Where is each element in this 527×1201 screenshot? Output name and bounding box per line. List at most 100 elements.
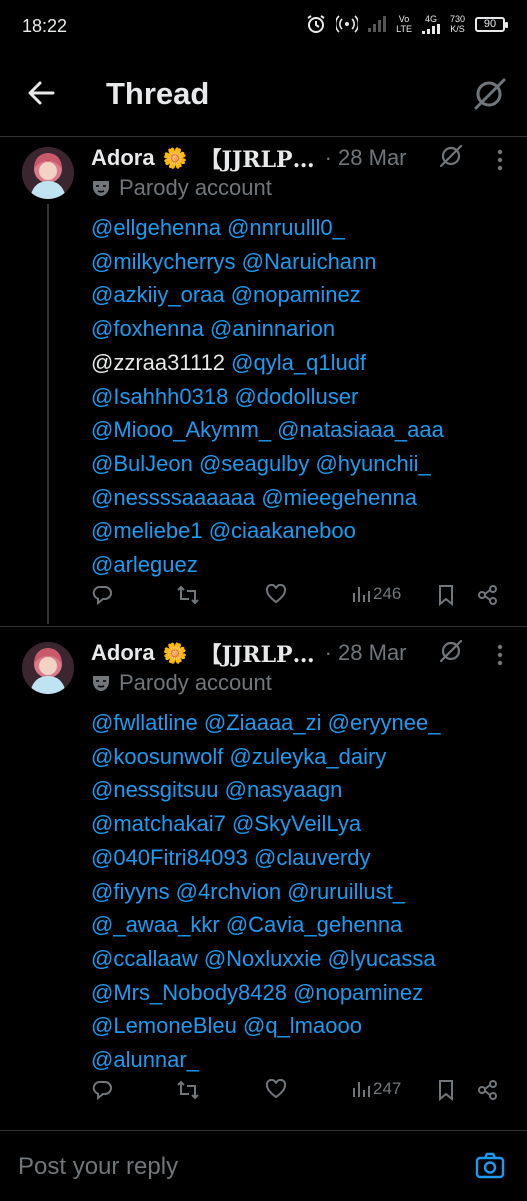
tweet-date[interactable]: · 28 Mar — [325, 145, 407, 171]
mention-line: @zzraa31112 @qyla_q1ludf — [91, 346, 511, 380]
mask-icon — [93, 676, 109, 691]
parody-label: Parody account — [91, 175, 272, 201]
mention-line[interactable]: @ccallaaw @Noxluxxie @lyucassa — [91, 942, 511, 976]
bookmark-button[interactable] — [437, 1079, 455, 1101]
display-name[interactable]: Adora — [91, 640, 155, 666]
share-button[interactable] — [477, 1079, 499, 1101]
retweet-icon — [177, 585, 199, 605]
grok-icon[interactable] — [438, 638, 464, 664]
grok-icon[interactable] — [471, 76, 507, 112]
display-name[interactable]: Adora — [91, 145, 155, 171]
comment-icon — [92, 1081, 112, 1101]
mention-line[interactable]: @foxhenna @aninnarion — [91, 312, 511, 346]
camera-icon[interactable] — [475, 1151, 505, 1181]
avatar[interactable] — [22, 642, 74, 694]
reply-button[interactable] — [91, 584, 113, 606]
mention-line[interactable]: @meliebe1 @ciaakaneboo — [91, 514, 511, 548]
bookmark-icon — [439, 585, 453, 606]
mention-line[interactable]: @alunnar_ — [91, 1043, 511, 1077]
flower-emoji: 🌼 — [162, 147, 188, 170]
volte-top: Vo — [398, 14, 410, 24]
views-icon — [353, 1082, 370, 1097]
parody-label: Parody account — [91, 670, 272, 696]
share-icon — [478, 1080, 497, 1100]
retweet-icon — [177, 1080, 199, 1100]
speed-value: 730 — [449, 14, 465, 24]
mention-line[interactable]: @ellgehenna @nnruulll0_ — [91, 211, 511, 245]
comment-icon — [92, 586, 112, 606]
mention-line[interactable]: @nessgitsuu @nasyaagn — [91, 773, 511, 807]
mention-line[interactable]: @Miooo_Akymm_ @natasiaaa_aaa — [91, 413, 511, 447]
mention-line[interactable]: @koosunwolf @zuleyka_dairy — [91, 740, 511, 774]
tweet-actions: 247 — [0, 1079, 527, 1109]
retweet-button[interactable] — [176, 1079, 200, 1101]
mention-line[interactable]: @LemoneBleu @q_lmaooo — [91, 1009, 511, 1043]
bookmark-button[interactable] — [437, 584, 455, 606]
tweet-text: @fwllatline @Ziaaaa_zi @eryynee_ @koosun… — [91, 706, 511, 1077]
bookmark-icon — [439, 1080, 453, 1101]
name-suffix[interactable]: 【JJRLP… — [199, 142, 314, 174]
more-vertical-icon[interactable] — [497, 644, 503, 666]
network-gen: 4G — [421, 14, 440, 34]
tweet-actions: 246 — [0, 584, 527, 614]
mention-line[interactable]: @fiyyns @4rchvion @ruruillust_ — [91, 875, 511, 909]
signal-icon-1 — [368, 16, 387, 32]
battery-indicator: 90 — [475, 16, 508, 32]
signal-icon-2 — [421, 24, 440, 34]
parody-text: Parody account — [119, 175, 272, 200]
status-bar: 18:22 Vo LTE 4G 730 K/S 90 — [0, 0, 527, 52]
arrow-left-icon[interactable] — [26, 78, 56, 108]
mention-line[interactable]: @Isahhh0318 @dodolluser — [91, 380, 511, 414]
status-icons: Vo LTE 4G 730 K/S 90 — [306, 14, 508, 34]
share-button[interactable] — [477, 584, 499, 606]
mention-line[interactable]: @milkycherrys @Naruichann — [91, 245, 511, 279]
retweet-button[interactable] — [176, 584, 200, 606]
share-icon — [478, 585, 497, 605]
name-suffix[interactable]: 【JJRLP… — [199, 637, 314, 669]
volte-indicator: Vo LTE — [396, 14, 412, 34]
parody-text: Parody account — [119, 670, 272, 695]
tweet[interactable]: Adora 🌼 【JJRLP… · 28 Mar Parody account … — [0, 141, 527, 627]
views-count: 246 — [373, 584, 402, 603]
mention-line[interactable]: @nessssaaaaaa @mieegehenna — [91, 481, 511, 515]
tweet-divider — [0, 626, 527, 627]
views-button[interactable]: 247 — [351, 1079, 401, 1099]
like-button[interactable] — [265, 584, 287, 604]
plain-mention: @zzraa31112 — [91, 349, 226, 375]
more-vertical-icon[interactable] — [497, 149, 503, 171]
hotspot-icon — [336, 15, 359, 33]
mention-line[interactable]: @BulJeon @seagulby @hyunchii_ — [91, 447, 511, 481]
tweet[interactable]: Adora 🌼 【JJRLP… · 28 Mar Parody account … — [0, 636, 527, 1124]
speed-unit: K/S — [450, 24, 465, 34]
volte-bottom: LTE — [396, 24, 412, 34]
mention-line[interactable]: @040Fitri84093 @clauverdy — [91, 841, 511, 875]
avatar[interactable] — [22, 147, 74, 199]
heart-icon — [265, 584, 287, 604]
views-button[interactable]: 246 — [351, 584, 401, 604]
tweet-date[interactable]: · 28 Mar — [325, 640, 407, 666]
tweet-text: @ellgehenna @nnruulll0_ @milkycherrys @N… — [91, 211, 511, 582]
mention-line[interactable]: @azkiiy_oraa @nopaminez — [91, 278, 511, 312]
app-header: Thread — [0, 52, 527, 137]
network-gen-label: 4G — [424, 14, 437, 24]
mention-line[interactable]: @arleguez — [91, 548, 511, 582]
grok-icon[interactable] — [438, 143, 464, 169]
flower-emoji: 🌼 — [162, 642, 188, 665]
like-button[interactable] — [265, 1079, 287, 1099]
heart-icon — [265, 1079, 287, 1099]
network-speed: 730 K/S — [450, 14, 465, 34]
views-count: 247 — [373, 1079, 402, 1098]
mention-line[interactable]: @_awaa_kkr @Cavia_gehenna — [91, 908, 511, 942]
views-icon — [353, 587, 370, 602]
mention-line[interactable]: @Mrs_Nobody8428 @nopaminez — [91, 976, 511, 1010]
mention-line[interactable]: @fwllatline @Ziaaaa_zi @eryynee_ — [91, 706, 511, 740]
battery-level: 90 — [483, 18, 497, 30]
alarm-icon — [307, 15, 325, 33]
reply-composer: Post your reply — [0, 1130, 527, 1201]
reply-input[interactable]: Post your reply — [18, 1153, 178, 1181]
mention-link[interactable]: @qyla_q1ludf — [231, 350, 366, 375]
page-title: Thread — [106, 76, 210, 111]
status-time: 18:22 — [22, 16, 68, 36]
reply-button[interactable] — [91, 1079, 113, 1101]
mention-line[interactable]: @matchakai7 @SkyVeilLya — [91, 807, 511, 841]
